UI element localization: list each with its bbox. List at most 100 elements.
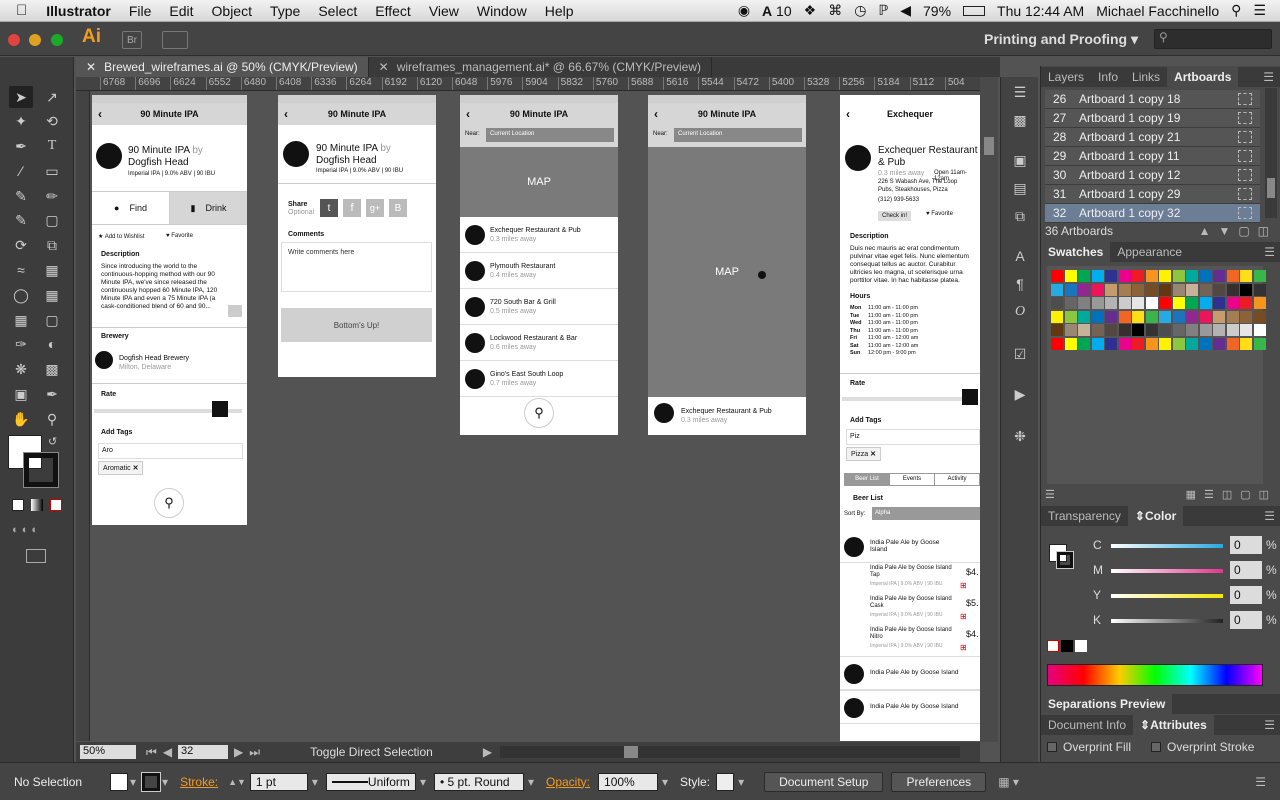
cmyk-slider[interactable] xyxy=(1111,619,1223,623)
clock[interactable]: Thu 12:44 AM xyxy=(997,3,1084,19)
variable-width-profile[interactable]: Uniform xyxy=(325,772,416,791)
color-swatch[interactable] xyxy=(1186,310,1198,323)
tab-info[interactable]: Info xyxy=(1091,67,1125,87)
mesh-tool-icon[interactable]: ▦ xyxy=(9,309,33,331)
notifications-icon[interactable]: ☰ xyxy=(1253,2,1266,19)
color-swatch[interactable] xyxy=(1213,283,1225,296)
tag-chip[interactable]: Aromatic ✕ xyxy=(98,461,144,475)
location-field[interactable]: Current Location xyxy=(674,128,802,142)
tab-attributes[interactable]: ⇕ Attributes xyxy=(1133,715,1214,735)
status-text[interactable]: Toggle Direct Selection xyxy=(310,745,433,759)
symbols-icon[interactable]: ❉ xyxy=(1010,427,1030,445)
rating-slider[interactable] xyxy=(842,397,972,401)
comments-textarea[interactable]: Write comments here xyxy=(281,242,432,292)
tab-separations-preview[interactable]: Separations Preview xyxy=(1041,694,1173,714)
color-swatch[interactable] xyxy=(1064,297,1077,309)
color-mode-icon[interactable] xyxy=(12,499,24,511)
color-swatch[interactable] xyxy=(1226,270,1239,282)
menu-select[interactable]: Select xyxy=(309,3,366,19)
color-swatch[interactable] xyxy=(1145,270,1158,282)
color-swatch[interactable] xyxy=(1253,310,1266,323)
checkbox-icon[interactable]: ☑ xyxy=(1010,345,1030,363)
scroll-thumb[interactable] xyxy=(1267,178,1275,198)
remove-tag-icon[interactable]: ✕ xyxy=(870,451,876,458)
color-swatch[interactable] xyxy=(1186,297,1198,309)
app-name-menu[interactable]: Illustrator xyxy=(37,3,120,19)
pathfinder-icon[interactable]: ⧉ xyxy=(1010,207,1030,225)
color-swatch[interactable] xyxy=(1091,297,1104,309)
chevron-down-icon[interactable]: ▾ xyxy=(312,775,318,789)
color-swatch[interactable] xyxy=(1240,297,1252,309)
color-swatch[interactable] xyxy=(1118,283,1131,296)
color-swatch[interactable] xyxy=(1199,310,1212,323)
cmyk-value-input[interactable]: 0 xyxy=(1230,561,1262,579)
color-swatch[interactable] xyxy=(1172,283,1185,296)
character-icon[interactable]: A xyxy=(1010,247,1030,265)
screen-mode-icon[interactable] xyxy=(26,549,46,563)
twitter-icon[interactable]: t xyxy=(320,199,338,217)
color-swatch[interactable] xyxy=(1253,270,1266,282)
color-swatch[interactable] xyxy=(1132,283,1144,296)
place-row[interactable]: Gino's East South Loop 0.7 miles away xyxy=(460,361,618,397)
opacity-label[interactable]: Opacity: xyxy=(546,775,590,789)
swatch-grid[interactable] xyxy=(1047,266,1266,484)
color-swatch[interactable] xyxy=(1199,324,1212,336)
swatch-libraries-icon[interactable]: ☰ xyxy=(1045,488,1055,504)
color-swatch[interactable] xyxy=(1186,324,1198,336)
stroke-color-swatch[interactable] xyxy=(23,452,59,488)
color-swatch[interactable] xyxy=(1105,324,1117,336)
artboard-row[interactable]: 30 Artboard 1 copy 12 xyxy=(1045,166,1260,185)
color-swatch[interactable] xyxy=(1159,324,1171,336)
next-artboard-icon[interactable]: ▶ xyxy=(234,745,243,759)
overprint-fill-checkbox[interactable]: Overprint Fill xyxy=(1047,740,1131,754)
artboard-options-icon[interactable] xyxy=(1238,169,1252,181)
google-plus-icon[interactable]: g+ xyxy=(366,199,384,217)
color-swatch[interactable] xyxy=(1051,310,1063,323)
vertical-ruler[interactable] xyxy=(76,91,90,741)
color-swatch[interactable] xyxy=(1172,297,1185,309)
color-swatch[interactable] xyxy=(1051,270,1063,282)
tab-wireframes-management[interactable]: ✕ wireframes_management.ai* @ 66.67% (CMY… xyxy=(369,57,713,77)
color-swatch[interactable] xyxy=(1226,283,1239,296)
scroll-thumb[interactable] xyxy=(984,137,994,155)
color-swatch[interactable] xyxy=(1159,337,1171,350)
spotlight-icon[interactable]: ⚲ xyxy=(1231,2,1241,19)
place-name[interactable]: Exchequer Restaurant & Pub xyxy=(681,408,772,415)
color-swatch[interactable] xyxy=(1118,270,1131,282)
chevron-down-icon[interactable]: ▾ xyxy=(130,775,136,789)
color-swatch[interactable] xyxy=(1159,283,1171,296)
stroke-label[interactable]: Stroke: xyxy=(180,775,218,789)
color-swatch[interactable] xyxy=(1064,283,1077,296)
swatch-actions-icons[interactable]: ▦☰◫▢◫ xyxy=(1186,488,1277,504)
magic-wand-icon[interactable]: ✦ xyxy=(9,110,33,132)
color-swatch[interactable] xyxy=(1051,297,1063,309)
color-swatch[interactable] xyxy=(1105,297,1117,309)
type-tool-icon[interactable]: T xyxy=(40,135,64,157)
artboard-options-icon[interactable] xyxy=(1238,93,1252,105)
expand-icon[interactable] xyxy=(228,305,242,317)
slice-tool-icon[interactable]: ✒ xyxy=(40,383,64,405)
color-swatch[interactable] xyxy=(1240,337,1252,350)
color-swatch[interactable] xyxy=(1132,270,1144,282)
add-icon[interactable]: ⊞ xyxy=(960,612,967,621)
color-swatch[interactable] xyxy=(1145,324,1158,336)
search-icon[interactable]: ⚲ xyxy=(524,398,554,428)
overprint-stroke-checkbox[interactable]: Overprint Stroke xyxy=(1151,740,1254,754)
color-swatch[interactable] xyxy=(1078,324,1090,336)
arrange-icon[interactable]: ▦ ▾ xyxy=(998,775,1019,789)
color-swatch[interactable] xyxy=(1145,310,1158,323)
transform-icon[interactable]: ▣ xyxy=(1010,151,1030,169)
arrange-documents-button[interactable] xyxy=(162,31,188,49)
place-row[interactable]: Exchequer Restaurant & Pub 0.3 miles away xyxy=(460,217,618,253)
cmyk-value-input[interactable]: 0 xyxy=(1230,586,1262,604)
artboard-row[interactable]: 31 Artboard 1 copy 29 xyxy=(1045,185,1260,204)
artboard-tool-icon[interactable]: ▣ xyxy=(9,383,33,405)
map-pin-icon[interactable] xyxy=(758,271,766,279)
bottoms-up-button[interactable]: Bottom's Up! xyxy=(281,308,432,342)
timemachine-icon[interactable]: ◷ xyxy=(854,2,866,19)
chevron-down-icon[interactable]: ▾ xyxy=(738,775,744,789)
artboard-find-map[interactable]: ‹ 90 Minute IPA Near: Current Location MA… xyxy=(648,95,806,435)
tag-input[interactable]: Piz xyxy=(846,429,980,445)
color-swatch[interactable] xyxy=(1078,283,1090,296)
color-swatch[interactable] xyxy=(1226,297,1239,309)
